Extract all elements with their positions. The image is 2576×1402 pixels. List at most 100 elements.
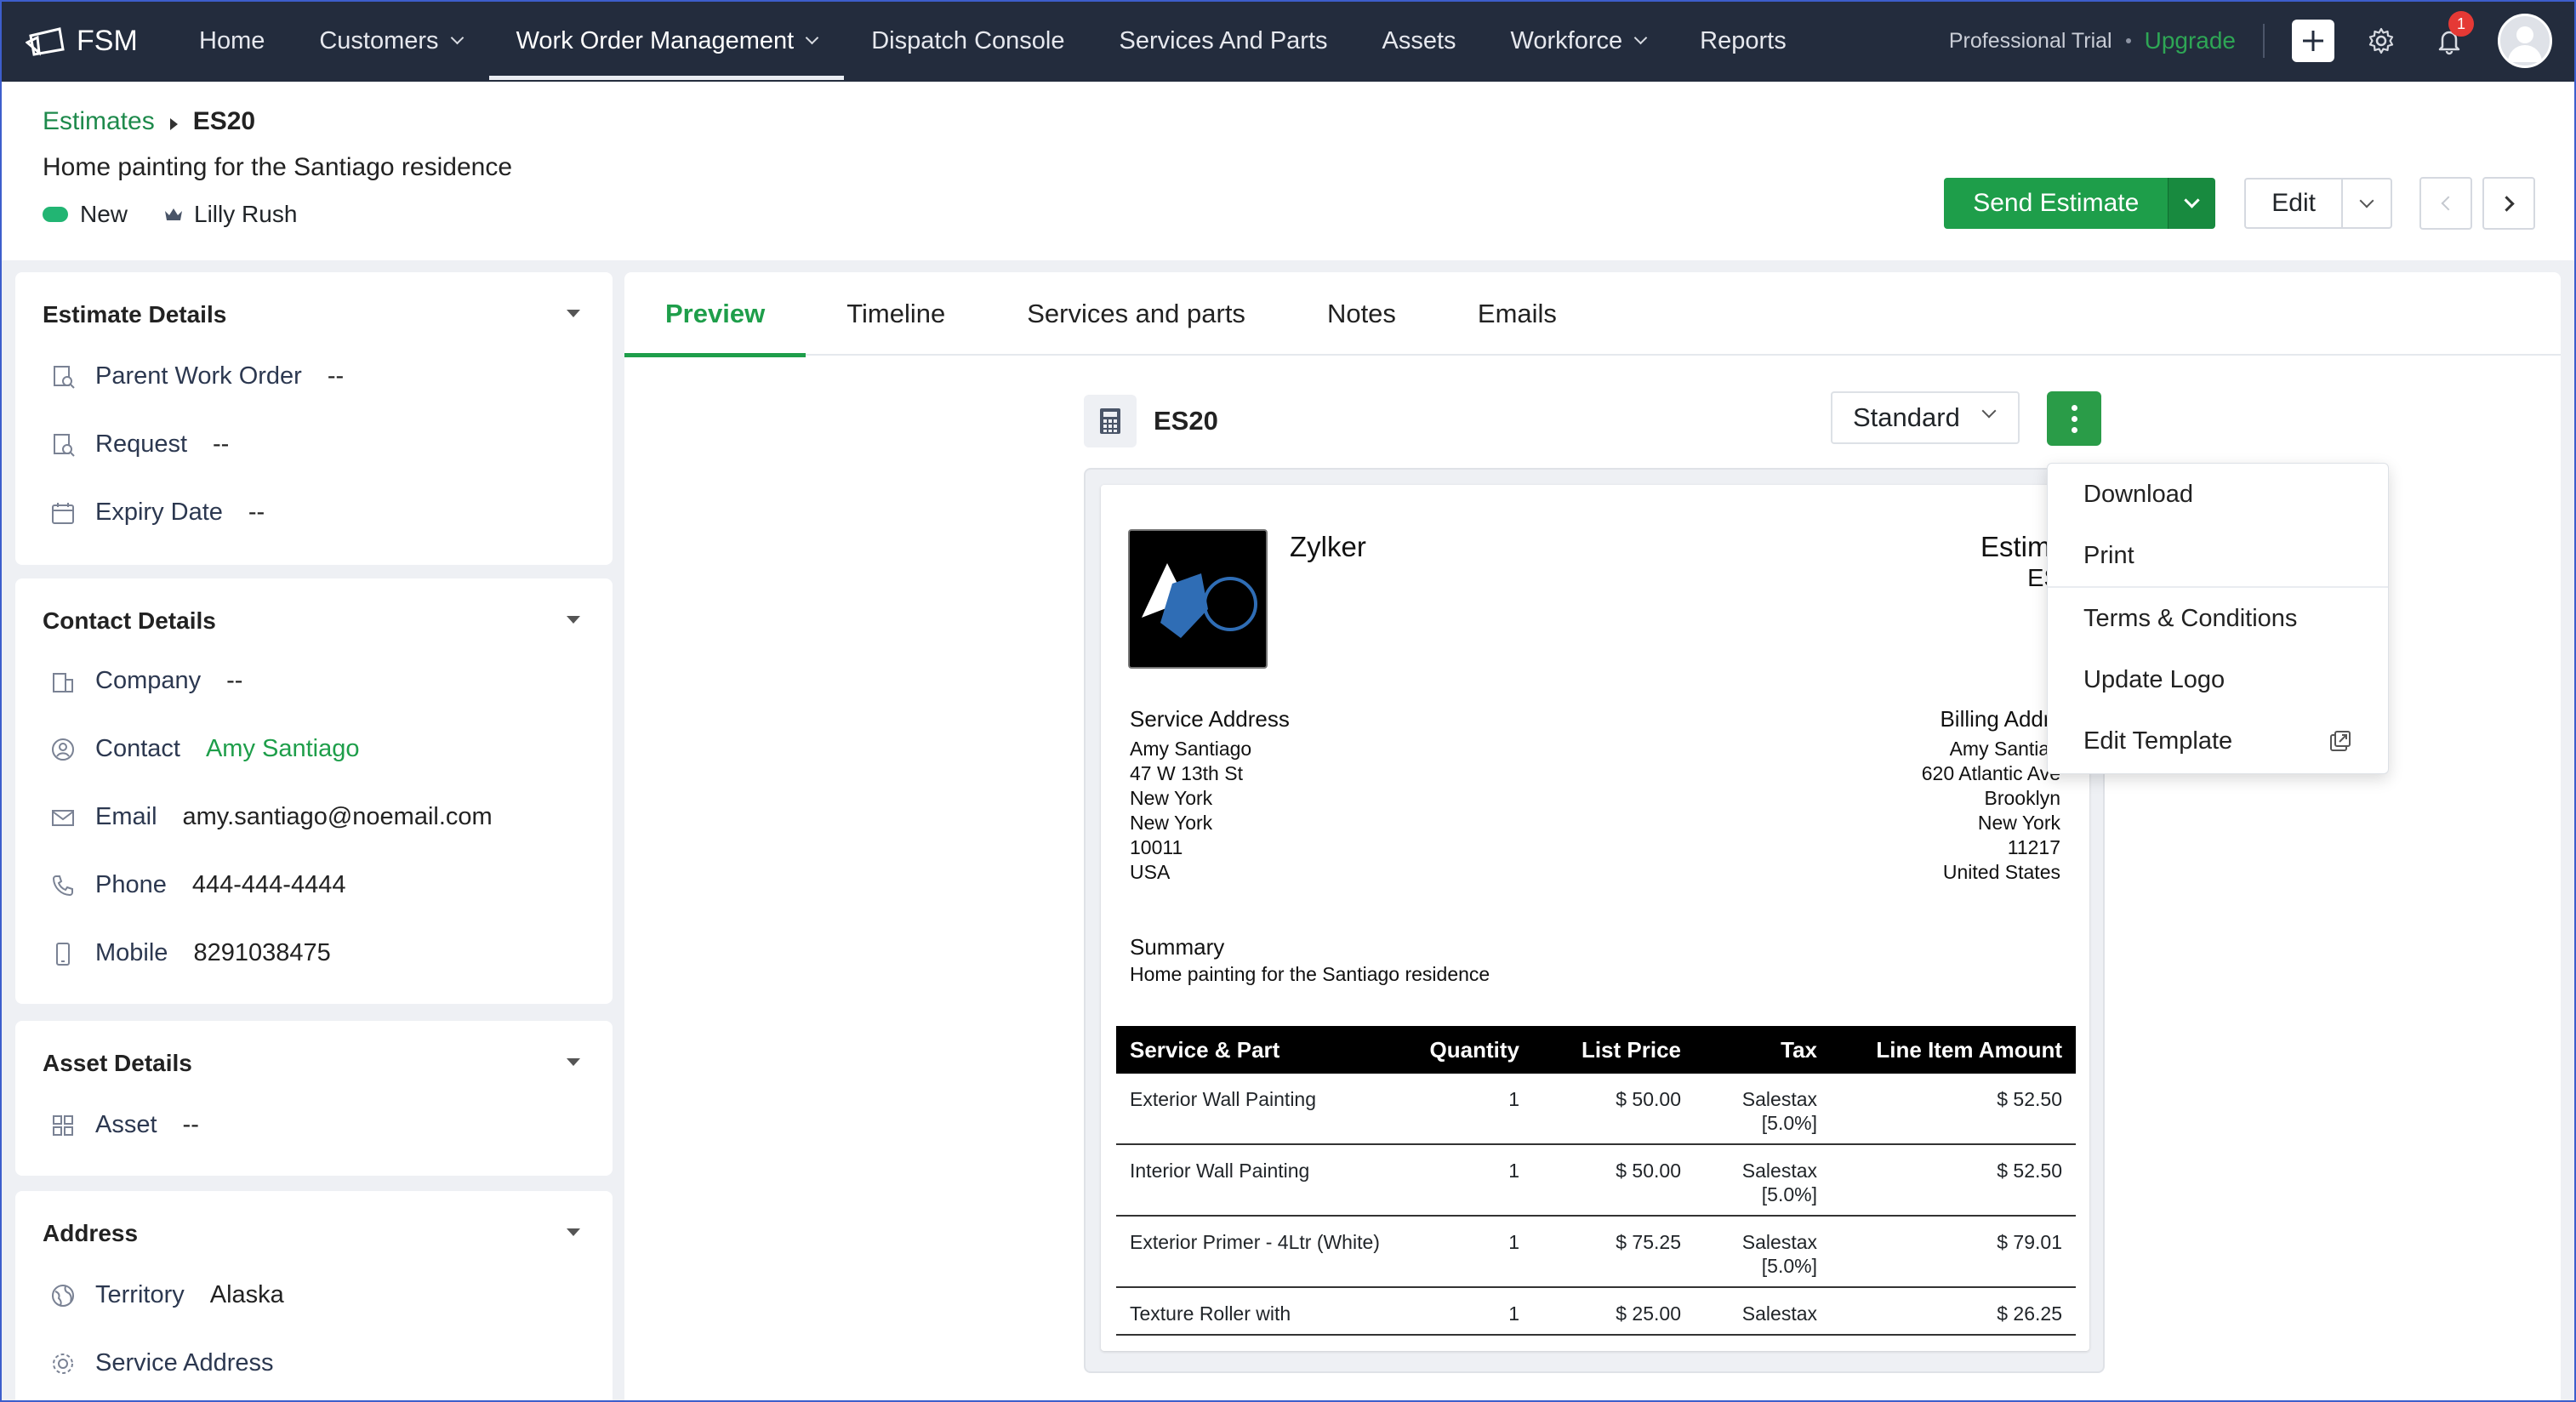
column-header-tax: Tax — [1695, 1026, 1831, 1074]
menu-item-update-logo[interactable]: Update Logo — [2048, 649, 2388, 710]
item-tax: Salestax [5.0%] — [1695, 1144, 1831, 1217]
menu-item-download[interactable]: Download — [2048, 464, 2388, 525]
contact-details-card: Contact Details Company -- Contact Amy S… — [15, 578, 613, 1004]
plus-icon — [2303, 31, 2323, 51]
request-row: Request -- — [49, 430, 229, 459]
tab-notes[interactable]: Notes — [1286, 272, 1437, 356]
billing-address-line: Brooklyn — [1984, 787, 2060, 809]
summary-heading: Summary — [1130, 934, 1225, 960]
chevron-down-icon — [2184, 191, 2200, 208]
mobile-value: 8291038475 — [193, 939, 331, 966]
user-avatar[interactable] — [2498, 14, 2552, 68]
company-row: Company -- — [49, 667, 242, 695]
item-tax-rate: [5.0%] — [1761, 1112, 1817, 1134]
company-name: Zylker — [1290, 531, 1366, 562]
asset-grid-icon — [49, 1112, 77, 1139]
main-panel: Preview Timeline Services and parts Note… — [624, 272, 2561, 1402]
collapse-caret-icon[interactable] — [567, 1228, 580, 1236]
item-tax-name: Salestax — [1741, 1302, 1817, 1325]
menu-item-edit-template-label: Edit Template — [2083, 727, 2233, 755]
item-tax: Salestax [5.0%] — [1695, 1074, 1831, 1145]
billing-address-line: 11217 — [2007, 836, 2060, 858]
service-address-line: 47 W 13th St — [1130, 762, 1243, 784]
nav-work-order-management[interactable]: Work Order Management — [488, 0, 845, 82]
column-header-list-price: List Price — [1533, 1026, 1695, 1074]
quick-create-button[interactable] — [2292, 20, 2334, 62]
trial-label: Professional Trial — [1948, 28, 2112, 53]
settings-button[interactable] — [2362, 21, 2401, 60]
item-tax-rate: [5.0%] — [1761, 1255, 1817, 1277]
send-estimate-dropdown[interactable] — [2168, 178, 2216, 229]
request-icon — [49, 431, 77, 459]
nav-services-label: Services And Parts — [1119, 26, 1328, 54]
edit-button[interactable]: Edit — [2244, 178, 2341, 229]
collapse-caret-icon[interactable] — [567, 616, 580, 624]
line-items-table: Service & Part Quantity List Price Tax L… — [1116, 1026, 2076, 1336]
more-actions-button[interactable] — [2047, 391, 2101, 446]
address-title: Address — [43, 1220, 139, 1246]
calendar-icon — [49, 499, 77, 527]
nav-services-and-parts[interactable]: Services And Parts — [1092, 0, 1355, 82]
billing-address-line: United States — [1942, 861, 2060, 883]
contact-link[interactable]: Amy Santiago — [206, 735, 360, 763]
service-address-row: Service Address — [49, 1349, 299, 1377]
record-tabs: Preview Timeline Services and parts Note… — [624, 272, 2561, 357]
kebab-dot-icon — [2071, 404, 2077, 411]
item-list-price: $ 75.25 — [1533, 1216, 1695, 1288]
service-address-line: Amy Santiago — [1130, 738, 1252, 760]
nav-reports[interactable]: Reports — [1673, 0, 1814, 82]
status-indicator-icon — [43, 207, 68, 222]
nav-right-tools: Professional Trial Upgrade 1 — [1949, 0, 2576, 82]
service-address-block: Amy Santiago 47 W 13th St New York New Y… — [1130, 737, 1251, 885]
app-logo[interactable]: FSM — [26, 24, 172, 58]
collapse-caret-icon[interactable] — [567, 310, 580, 317]
billing-address-line: Amy Santiag — [1949, 738, 2060, 760]
summary-text: Home painting for the Santiago residence — [1130, 963, 1490, 985]
phone-value: 444-444-4444 — [191, 871, 346, 898]
address-card: Address Territory Alaska Service Address — [15, 1191, 613, 1402]
nav-home[interactable]: Home — [172, 0, 292, 82]
column-header-service-part: Service & Part — [1116, 1026, 1397, 1074]
tab-emails[interactable]: Emails — [1437, 272, 1598, 356]
breadcrumb-current: ES20 — [192, 107, 256, 135]
fsm-logo-icon — [26, 27, 65, 56]
billing-address-line: New York — [1977, 812, 2060, 834]
mobile-label: Mobile — [95, 939, 168, 966]
next-record-button[interactable] — [2482, 177, 2535, 230]
nav-dispatch-label: Dispatch Console — [871, 26, 1065, 54]
upgrade-link[interactable]: Upgrade — [2145, 27, 2236, 54]
menu-item-print[interactable]: Print — [2048, 525, 2388, 586]
expiry-date-value: -- — [248, 499, 265, 526]
nav-home-label: Home — [199, 26, 265, 54]
preview-doc-header: ES20 — [1084, 395, 1218, 447]
item-quantity: 1 — [1397, 1144, 1533, 1217]
phone-row: Phone 444-444-4444 — [49, 871, 345, 899]
breadcrumb-estimates-link[interactable]: Estimates — [43, 107, 155, 136]
item-tax: Salestax [5.0%] — [1695, 1216, 1831, 1288]
item-amount: $ 79.01 — [1831, 1216, 2076, 1288]
contact-row: Contact Amy Santiago — [49, 735, 360, 763]
phone-icon — [49, 872, 77, 899]
edit-dropdown[interactable] — [2341, 178, 2392, 229]
top-navigation: FSM Home Customers Work Order Management… — [0, 0, 2576, 82]
estimate-details-title: Estimate Details — [43, 301, 227, 328]
email-label: Email — [95, 803, 157, 830]
tab-timeline[interactable]: Timeline — [806, 272, 986, 356]
previous-record-button[interactable] — [2419, 177, 2472, 230]
send-estimate-button[interactable]: Send Estimate — [1944, 178, 2169, 229]
tab-services-and-parts[interactable]: Services and parts — [986, 272, 1286, 356]
notifications-button[interactable]: 1 — [2430, 11, 2474, 60]
estimate-details-card: Estimate Details Parent Work Order -- Re… — [15, 272, 613, 565]
nav-workforce[interactable]: Workforce — [1484, 0, 1673, 82]
menu-item-edit-template[interactable]: Edit Template — [2048, 710, 2388, 772]
nav-customers[interactable]: Customers — [292, 0, 488, 82]
template-select[interactable]: Standard — [1831, 391, 2020, 444]
menu-item-terms-conditions[interactable]: Terms & Conditions — [2048, 588, 2388, 649]
nav-assets[interactable]: Assets — [1355, 0, 1484, 82]
nav-work-order-label: Work Order Management — [516, 26, 795, 54]
contact-details-title: Contact Details — [43, 607, 216, 634]
chevron-down-icon — [805, 31, 819, 44]
nav-dispatch-console[interactable]: Dispatch Console — [844, 0, 1091, 82]
collapse-caret-icon[interactable] — [567, 1058, 580, 1066]
tab-preview[interactable]: Preview — [624, 272, 806, 357]
